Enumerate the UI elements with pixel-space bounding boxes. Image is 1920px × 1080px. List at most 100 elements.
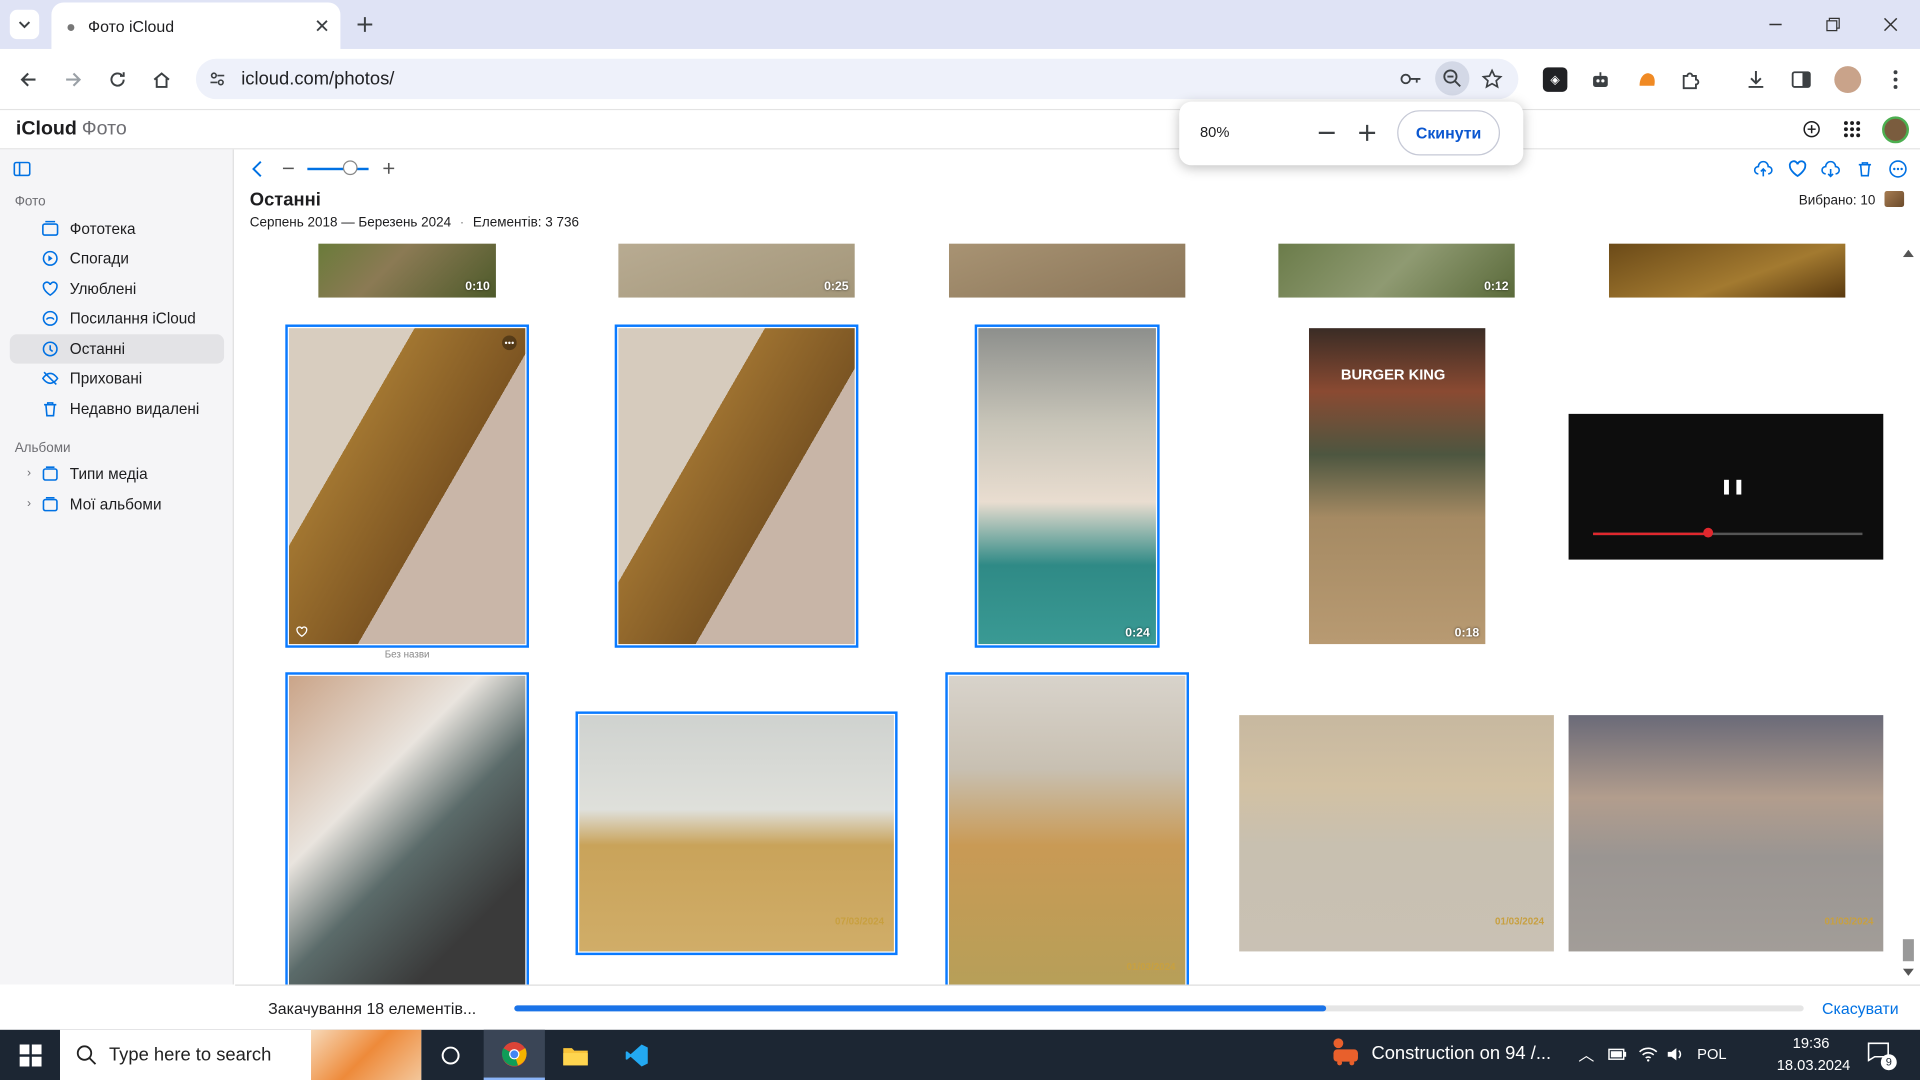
zoom-minus-icon[interactable] (282, 167, 294, 171)
photo-thumbnail[interactable] (1608, 243, 1846, 298)
sidebar-item-icloud-links[interactable]: Посилання iCloud (10, 304, 224, 333)
photo-thumbnail[interactable] (948, 243, 1186, 298)
brand-section: Фото (81, 118, 127, 140)
zoom-plus-icon[interactable] (383, 162, 395, 174)
heart-icon[interactable] (295, 626, 308, 638)
chevron-left-icon[interactable] (251, 160, 263, 178)
key-icon[interactable] (1400, 70, 1422, 88)
cancel-upload-button[interactable]: Скасувати (1822, 999, 1899, 1017)
notification-center-button[interactable]: 9 (1867, 1042, 1897, 1071)
app-brand[interactable]: iCloud Фото (15, 119, 127, 141)
photo-thumbnail-selected[interactable] (285, 672, 529, 989)
sidebar-item-media-types[interactable]: › Типи медіа (10, 459, 224, 488)
video-duration: 0:18 (1454, 626, 1480, 641)
volume-icon[interactable] (1667, 1046, 1684, 1063)
back-button[interactable] (15, 66, 42, 93)
weather-news-text[interactable]: Construction on 94 /... (1371, 1043, 1551, 1064)
sidebar-toggle-icon[interactable] (13, 161, 31, 177)
sidebar-item-my-albums[interactable]: › Мої альбоми (10, 490, 224, 519)
photo-thumbnail[interactable]: 0:12 (1278, 243, 1515, 298)
scrollbar[interactable] (1899, 245, 1917, 985)
photo-thumbnail-selected[interactable] (285, 324, 529, 648)
zoom-indicator-button[interactable] (1435, 61, 1470, 96)
cloud-upload-icon[interactable] (1753, 159, 1773, 179)
sidebar-item-label: Мої альбоми (69, 495, 162, 514)
orange-extension-icon[interactable] (1635, 67, 1659, 91)
photo-thumbnail[interactable]: BURGER KING 0:18 (1308, 328, 1486, 645)
tab-list-button[interactable] (9, 9, 40, 40)
add-icon[interactable] (1802, 120, 1820, 138)
sidebar-item-library[interactable]: Фототека (10, 214, 224, 243)
library-icon (42, 220, 59, 236)
clock-date[interactable]: 18.03.2024 (1777, 1057, 1851, 1074)
heart-icon[interactable] (1788, 159, 1808, 179)
menu-button[interactable] (1883, 67, 1907, 91)
sidebar-item-memories[interactable]: Спогади (10, 244, 224, 273)
upload-status-bar: Закачування 18 елементів... Скасувати (235, 984, 1920, 1030)
app-grid-icon[interactable] (1843, 120, 1861, 138)
cloud-download-icon[interactable] (1821, 159, 1841, 179)
scroll-down-icon[interactable] (1902, 968, 1914, 976)
user-avatar[interactable] (1882, 116, 1909, 144)
clock-time[interactable]: 19:36 (1793, 1035, 1830, 1052)
star-icon[interactable] (1481, 68, 1503, 90)
forward-button[interactable] (60, 66, 87, 93)
scrollbar-thumb[interactable] (1902, 939, 1914, 962)
search-placeholder: Type here to search (108, 1044, 272, 1066)
task-view-button[interactable] (420, 1030, 481, 1080)
close-window-button[interactable] (1878, 12, 1902, 36)
zoom-in-button[interactable] (1358, 124, 1376, 142)
extensions-icon[interactable] (1679, 67, 1703, 91)
photo-thumbnail-selected[interactable] (614, 324, 859, 648)
sidebar-item-recents[interactable]: Останні (9, 334, 225, 364)
apple-logo-icon: ● (66, 16, 76, 35)
keyboard-language[interactable]: POL (1697, 1046, 1726, 1063)
more-icon[interactable] (1888, 159, 1908, 179)
sidebar-item-favorites[interactable]: Улюблені (10, 274, 224, 303)
browser-tab[interactable]: ● Фото iCloud (51, 2, 341, 49)
photo-thumbnail-selected[interactable]: 01/03/2024 (945, 672, 1189, 989)
minimize-button[interactable] (1763, 12, 1787, 36)
chevron-right-icon[interactable]: › (27, 497, 31, 510)
reload-button[interactable] (104, 66, 131, 93)
sidebar-item-recently-deleted[interactable]: Недавно видалені (10, 394, 224, 423)
restore-button[interactable] (1821, 12, 1845, 36)
taskbar-chrome[interactable] (483, 1029, 545, 1080)
chevron-up-icon[interactable]: ︿ (1578, 1042, 1594, 1065)
scroll-up-icon[interactable] (1902, 249, 1914, 258)
zoom-slider-handle[interactable] (342, 160, 358, 176)
wifi-icon[interactable] (1638, 1046, 1658, 1063)
new-tab-button[interactable] (353, 12, 377, 36)
photo-thumbnail[interactable]: 0:25 (618, 243, 855, 298)
photo-thumbnail[interactable]: 01/03/2024 (1239, 715, 1554, 952)
selection-preview-thumbnail[interactable] (1884, 191, 1905, 207)
start-button[interactable] (0, 1030, 61, 1080)
zoom-slider[interactable] (307, 167, 369, 171)
profile-avatar[interactable] (1834, 66, 1862, 94)
side-panel-icon[interactable] (1789, 67, 1813, 91)
video-duration: 0:10 (465, 280, 490, 294)
photo-thumbnail-selected[interactable]: 0:24 (974, 324, 1160, 648)
taskbar-file-explorer[interactable] (545, 1030, 606, 1080)
robot-extension-icon[interactable] (1588, 67, 1612, 91)
trash-icon[interactable] (1856, 159, 1873, 179)
photo-thumbnail-selected[interactable]: 07/03/2024 (575, 711, 898, 956)
video-screenshot-thumbnail[interactable]: ❚❚ (1568, 413, 1884, 560)
traffic-alert-icon[interactable] (1330, 1037, 1364, 1071)
home-button[interactable] (148, 66, 175, 93)
taskbar-search[interactable]: Type here to search (60, 1029, 422, 1080)
address-bar[interactable]: icloud.com/photos/ (195, 58, 1519, 100)
taskbar-vscode[interactable] (606, 1030, 667, 1080)
extension-1-icon[interactable]: ◈ (1542, 67, 1568, 92)
photo-thumbnail[interactable]: 0:10 (318, 243, 496, 298)
url-text: icloud.com/photos/ (241, 68, 395, 90)
zoom-out-button[interactable] (1318, 124, 1336, 142)
more-icon[interactable] (502, 335, 517, 351)
site-settings-icon[interactable] (208, 70, 226, 88)
chevron-right-icon[interactable]: › (27, 467, 31, 480)
sidebar-item-hidden[interactable]: Приховані (10, 364, 224, 393)
close-icon[interactable] (316, 20, 328, 32)
battery-icon[interactable] (1608, 1047, 1628, 1062)
download-icon[interactable] (1744, 67, 1768, 91)
photo-thumbnail[interactable]: 01/03/2024 (1568, 715, 1884, 952)
